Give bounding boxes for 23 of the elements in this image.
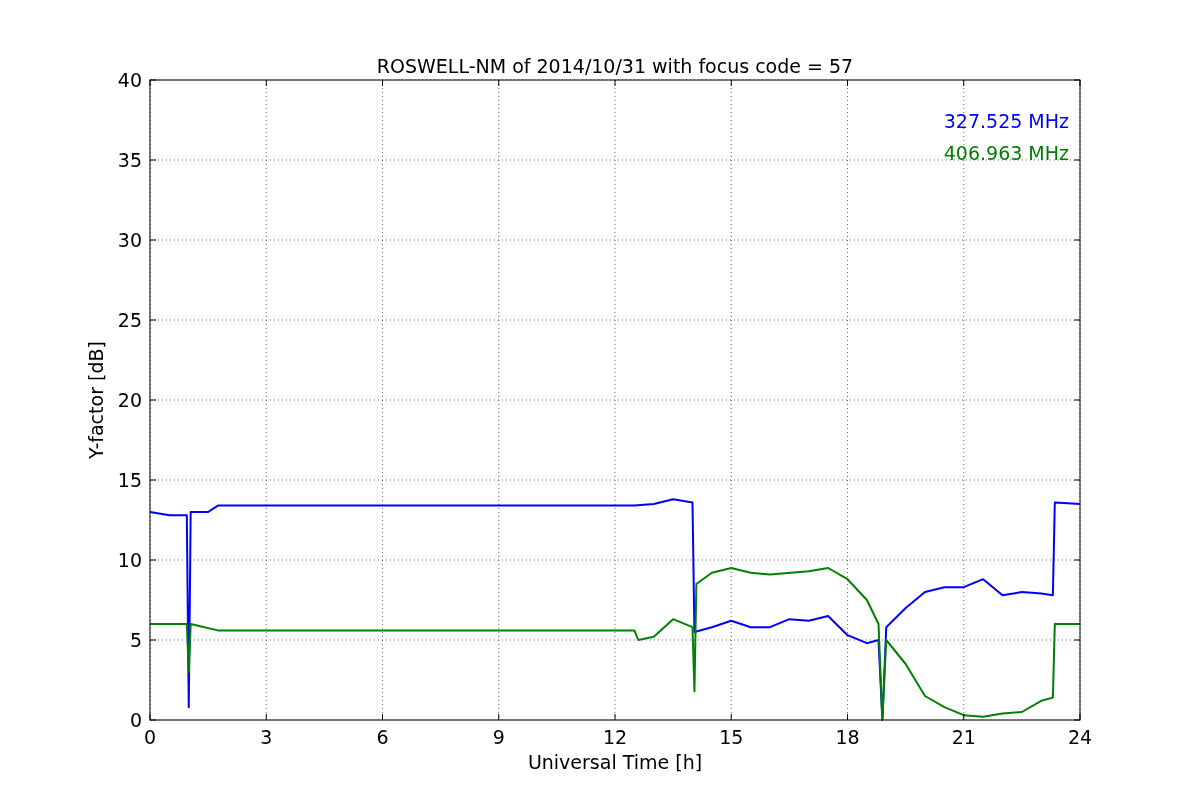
tick-label: 9 [492, 726, 505, 748]
tick-label: 5 [129, 629, 142, 651]
tick-label: 12 [602, 726, 628, 748]
chart-title: ROSWELL-NM of 2014/10/31 with focus code = 57 [376, 55, 854, 77]
tick-label: 24 [1067, 726, 1093, 748]
tick-label: 10 [117, 549, 142, 571]
tick-label: 40 [117, 69, 142, 91]
tick-label: 0 [143, 726, 157, 748]
tick-label: 35 [117, 149, 142, 171]
tick-label: 6 [376, 726, 389, 748]
tick-label: 30 [117, 229, 142, 251]
legend-label: 327.525 MHz [943, 110, 1069, 132]
y-axis-label: Y-factor [dB] [85, 341, 107, 459]
tick-label: 18 [835, 726, 860, 748]
tick-label: 25 [117, 309, 142, 331]
legend-label: 406.963 MHz [943, 142, 1069, 164]
tick-label: 20 [117, 389, 142, 411]
tick-label: 0 [129, 709, 142, 731]
tick-label: 21 [951, 726, 976, 748]
tick-label: 3 [260, 726, 273, 748]
x-axis-label: Universal Time [h] [527, 751, 703, 773]
tick-label: 15 [117, 469, 142, 491]
tick-label: 15 [719, 726, 744, 748]
